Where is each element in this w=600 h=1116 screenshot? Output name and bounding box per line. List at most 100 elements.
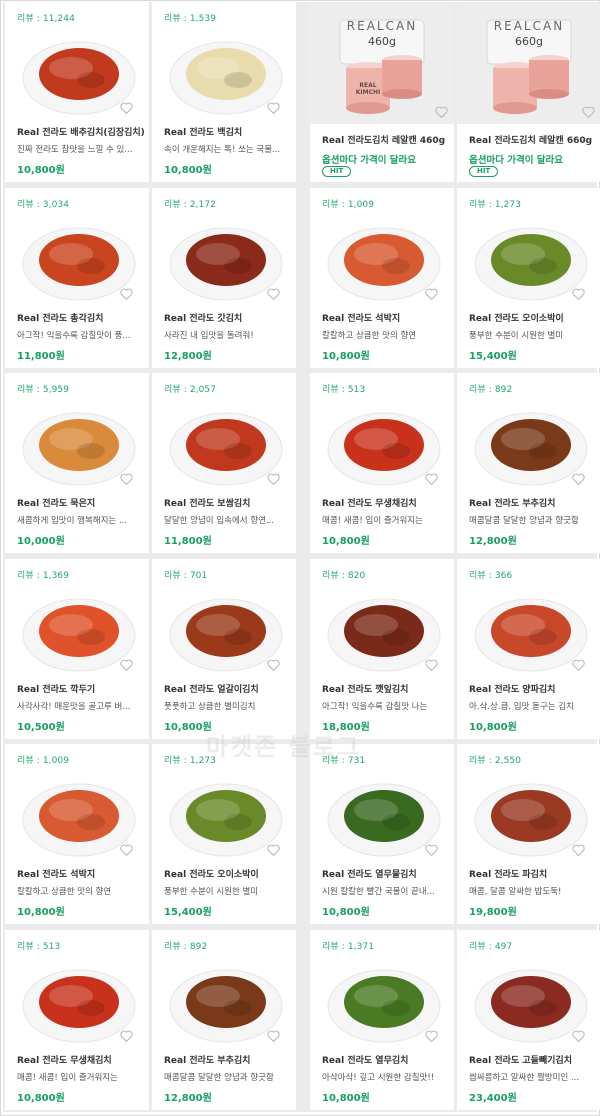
product-card[interactable]: 리뷰 : 1,539 Real 전라도 백김치 속이 개운해지는 톡! 쏘는 국물.… <box>152 2 296 182</box>
product-card[interactable]: 리뷰 : 513 Real 전라도 무생채김치 매콤! 새콤! 입이 즐거워지는 10… <box>5 930 149 1110</box>
young-radish-water-kimchi-image[interactable] <box>324 766 444 862</box>
product-title[interactable]: Real 전라도 석박지 <box>17 867 145 880</box>
godeulppaegi-kimchi-image[interactable] <box>471 952 591 1048</box>
chive-kimchi-image[interactable] <box>471 395 591 491</box>
heart-icon[interactable] <box>120 473 133 485</box>
radish-salad-kimchi-image[interactable] <box>324 395 444 491</box>
heart-icon[interactable] <box>267 102 280 114</box>
kimchi-can-image[interactable]: REALCAN 460g REAL KIMCHI <box>310 2 454 124</box>
product-card[interactable]: 리뷰 : 2,057 Real 전라도 보쌈김치 달달한 양념이 입속에서 향연..… <box>152 373 296 553</box>
heart-icon[interactable] <box>572 659 585 671</box>
heart-icon[interactable] <box>425 1030 438 1042</box>
product-title[interactable]: Real 전라도 얼갈이김치 <box>164 682 292 695</box>
heart-icon[interactable] <box>572 1030 585 1042</box>
heart-icon[interactable] <box>425 473 438 485</box>
product-title[interactable]: Real 전라도 갓김치 <box>164 311 292 324</box>
heart-icon[interactable] <box>435 106 448 118</box>
cucumber-kimchi-image[interactable] <box>471 210 591 306</box>
cabbage-kimchi-image[interactable] <box>19 24 139 120</box>
perilla-leaf-kimchi-image[interactable] <box>324 581 444 677</box>
young-radish-kimchi-image[interactable] <box>324 952 444 1048</box>
heart-icon[interactable] <box>120 288 133 300</box>
product-card[interactable]: 리뷰 : 731 Real 전라도 열무물김치 시원 칼칼한 빨간 국물이 끝내..… <box>310 744 454 924</box>
product-card[interactable]: 리뷰 : 1,371 Real 전라도 열무김치 아삭아삭! 깊고 시원한 감칠맛!… <box>310 930 454 1110</box>
heart-icon[interactable] <box>267 1030 280 1042</box>
chive-kimchi-image[interactable] <box>166 952 286 1048</box>
product-title[interactable]: Real 전라도김치 레알캔 460g <box>322 133 450 146</box>
product-card[interactable]: 리뷰 : 11,244 Real 전라도 배추김치(김장김치) 진짜 전라도 참맛을… <box>5 2 149 182</box>
product-title[interactable]: Real 전라도 양파김치 <box>469 682 597 695</box>
product-title[interactable]: Real 전라도 무생채김치 <box>322 496 450 509</box>
product-card[interactable]: 리뷰 : 2,550 Real 전라도 파김치 매콤, 달콤 알싸한 밥도둑! 19,… <box>457 744 600 924</box>
heart-icon[interactable] <box>425 844 438 856</box>
product-title[interactable]: Real 전라도 무생채김치 <box>17 1053 145 1066</box>
green-onion-kimchi-image[interactable] <box>471 766 591 862</box>
product-card[interactable]: 리뷰 : 820 Real 전라도 깻잎김치 아그작! 익을수록 감칠맛 나는 18,… <box>310 559 454 739</box>
aged-kimchi-image[interactable] <box>19 395 139 491</box>
product-description: 아그작! 익을수록 감칠맛이 풍... <box>17 331 131 341</box>
bossam-kimchi-image[interactable] <box>166 395 286 491</box>
cubed-radish-kimchi-image[interactable] <box>19 581 139 677</box>
product-title[interactable]: Real 전라도 깻잎김치 <box>322 682 450 695</box>
radish-kimchi-image[interactable] <box>324 210 444 306</box>
product-price: 12,800원 <box>164 1093 212 1104</box>
ponytail-radish-kimchi-image[interactable] <box>19 210 139 306</box>
product-card[interactable]: REALCAN 460g REAL KIMCHI Real 전라도김치 레알캔 460… <box>310 2 454 182</box>
heart-icon[interactable] <box>425 288 438 300</box>
heart-icon[interactable] <box>267 473 280 485</box>
product-card[interactable]: 리뷰 : 1,273 Real 전라도 오이소박이 풍부한 수분이 시원한 별미 15… <box>152 744 296 924</box>
heart-icon[interactable] <box>267 659 280 671</box>
product-title[interactable]: Real 전라도 열무김치 <box>322 1053 450 1066</box>
product-grid: 리뷰 : 11,244 Real 전라도 배추김치(김장김치) 진짜 전라도 참맛을… <box>3 2 600 1112</box>
heart-icon[interactable] <box>120 659 133 671</box>
white-kimchi-image[interactable] <box>166 24 286 120</box>
product-card[interactable]: 리뷰 : 366 Real 전라도 양파김치 아.삭.상.큼. 입맛 돋구는 김치 1… <box>457 559 600 739</box>
product-title[interactable]: Real 전라도 오이소박이 <box>469 311 597 324</box>
product-title[interactable]: Real 전라도 부추김치 <box>164 1053 292 1066</box>
product-price: 19,800원 <box>469 907 517 918</box>
heart-icon[interactable] <box>120 102 133 114</box>
product-title[interactable]: Real 전라도 묵은지 <box>17 496 145 509</box>
product-title[interactable]: Real 전라도 오이소박이 <box>164 867 292 880</box>
product-card[interactable]: 리뷰 : 892 Real 전라도 부추김치 매콤달콤 달달한 양념과 향긋함 12,… <box>457 373 600 553</box>
product-title[interactable]: Real 전라도 배추김치(김장김치) <box>17 125 145 138</box>
product-card[interactable]: 리뷰 : 1,009 Real 전라도 석박지 칼칼하고 상큼한 맛의 향연 10,8… <box>310 188 454 368</box>
product-title[interactable]: Real 전라도 파김치 <box>469 867 597 880</box>
heart-icon[interactable] <box>572 844 585 856</box>
product-card[interactable]: 리뷰 : 497 Real 전라도 고들빼기김치 쌉싸름하고 알싸한 짤방미인 ..… <box>457 930 600 1110</box>
onion-kimchi-image[interactable] <box>471 581 591 677</box>
product-title[interactable]: Real 전라도 백김치 <box>164 125 292 138</box>
product-title[interactable]: Real 전라도 열무물김치 <box>322 867 450 880</box>
product-title[interactable]: Real 전라도 부추김치 <box>469 496 597 509</box>
mustard-leaf-kimchi-image[interactable] <box>166 210 286 306</box>
product-card[interactable]: 리뷰 : 1,273 Real 전라도 오이소박이 풍부한 수분이 시원한 별미 15… <box>457 188 600 368</box>
product-card[interactable]: 리뷰 : 1,369 Real 전라도 깍두기 사각사각! 매운맛을 골고루 버..… <box>5 559 149 739</box>
heart-icon[interactable] <box>572 288 585 300</box>
product-card[interactable]: 리뷰 : 5,959 Real 전라도 묵은지 새콤하게 입맛이 행복해지는 ...… <box>5 373 149 553</box>
heart-icon[interactable] <box>267 844 280 856</box>
product-card[interactable]: 리뷰 : 3,034 Real 전라도 총각김치 아그작! 익을수록 감칠맛이 풍.… <box>5 188 149 368</box>
heart-icon[interactable] <box>582 106 595 118</box>
product-card[interactable]: REALCAN 660g Real 전라도김치 레알캔 660g 옵션마다 가격이 달… <box>457 2 600 182</box>
heart-icon[interactable] <box>425 659 438 671</box>
product-card[interactable]: 리뷰 : 513 Real 전라도 무생채김치 매콤! 새콤! 입이 즐거워지는 10… <box>310 373 454 553</box>
cucumber-kimchi-image[interactable] <box>166 766 286 862</box>
product-title[interactable]: Real 전라도 고들빼기김치 <box>469 1053 597 1066</box>
product-title[interactable]: Real 전라도 총각김치 <box>17 311 145 324</box>
product-title[interactable]: Real 전라도 보쌈김치 <box>164 496 292 509</box>
product-title[interactable]: Real 전라도 석박지 <box>322 311 450 324</box>
product-card[interactable]: 리뷰 : 2,172 Real 전라도 갓김치 사라진 내 입맛을 돌려줘! 12,8… <box>152 188 296 368</box>
heart-icon[interactable] <box>572 473 585 485</box>
radish-kimchi-image[interactable] <box>19 766 139 862</box>
product-title[interactable]: Real 전라도 깍두기 <box>17 682 145 695</box>
product-title[interactable]: Real 전라도김치 레알캔 660g <box>469 133 597 146</box>
product-card[interactable]: 리뷰 : 892 Real 전라도 부추김치 매콤달콤 달달한 양념과 향긋함 12,… <box>152 930 296 1110</box>
heart-icon[interactable] <box>120 1030 133 1042</box>
heart-icon[interactable] <box>120 844 133 856</box>
young-cabbage-kimchi-image[interactable] <box>166 581 286 677</box>
radish-salad-kimchi-image[interactable] <box>19 952 139 1048</box>
heart-icon[interactable] <box>267 288 280 300</box>
kimchi-can-image[interactable]: REALCAN 660g <box>457 2 600 124</box>
product-card[interactable]: 리뷰 : 701 Real 전라도 얼갈이김치 풋풋하고 상큼한 별미김치 10,80… <box>152 559 296 739</box>
product-card[interactable]: 리뷰 : 1,009 Real 전라도 석박지 칼칼하고 상큼한 맛의 향연 10,8… <box>5 744 149 924</box>
